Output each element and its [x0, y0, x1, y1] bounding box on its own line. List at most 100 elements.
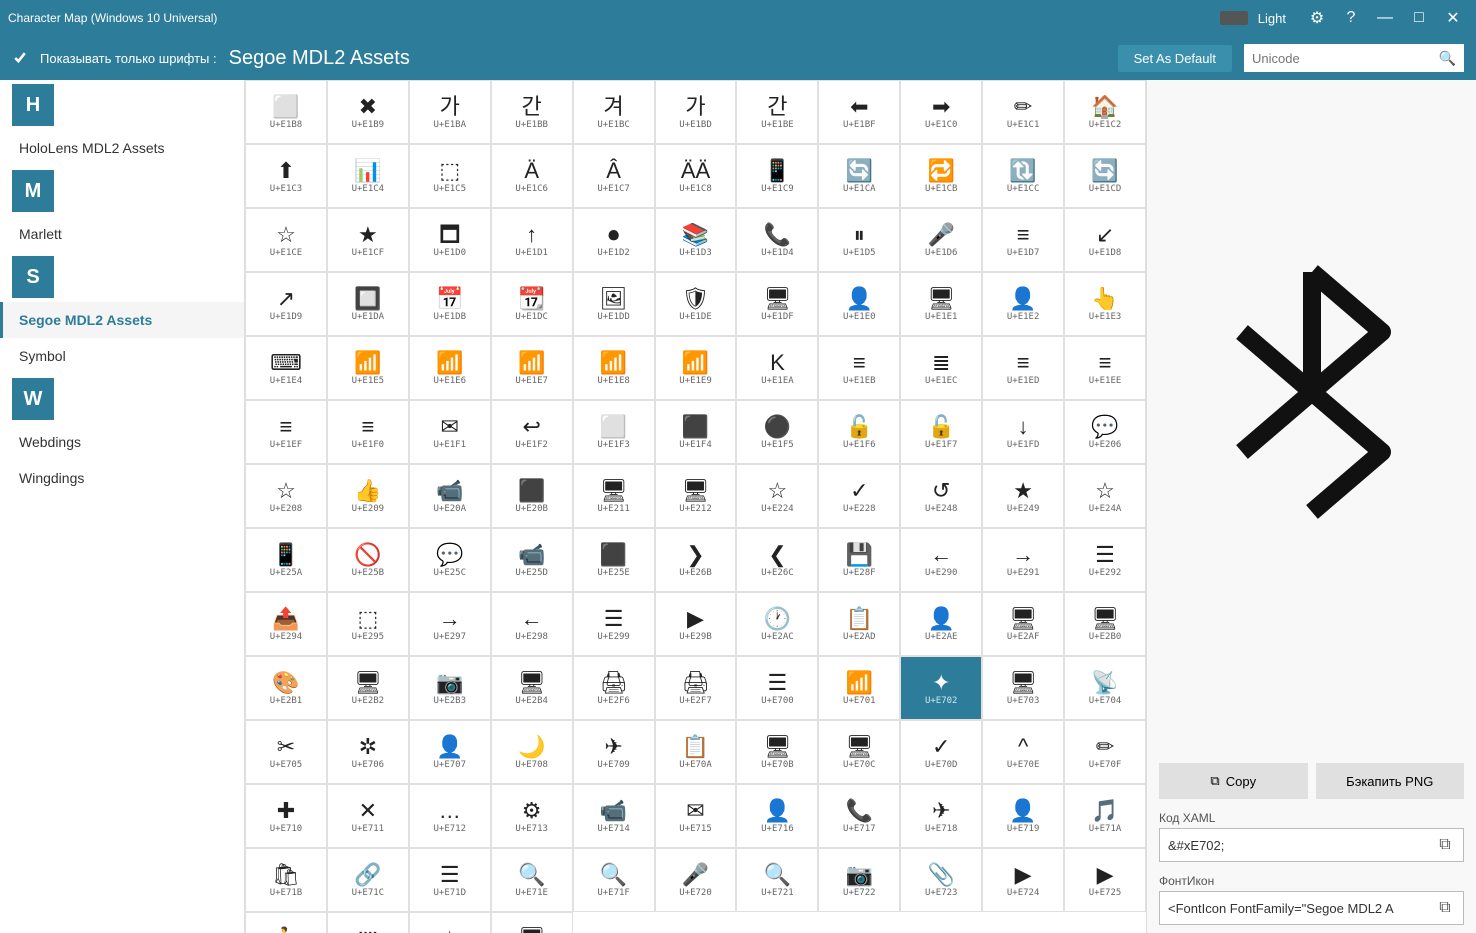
char-cell-U+E224[interactable]: ☆U+E224: [736, 464, 818, 528]
char-cell-U+E1EA[interactable]: KU+E1EA: [736, 336, 818, 400]
char-cell-U+E25D[interactable]: 📹U+E25D: [491, 528, 573, 592]
char-cell-U+E1BA[interactable]: 가U+E1BA: [409, 80, 491, 144]
char-cell-U+E1BF[interactable]: ⬅U+E1BF: [818, 80, 900, 144]
filter-checkbox[interactable]: [12, 50, 28, 66]
char-cell-U+E297[interactable]: →U+E297: [409, 592, 491, 656]
search-input[interactable]: [1252, 51, 1439, 66]
char-cell-U+E290[interactable]: ←U+E290: [900, 528, 982, 592]
char-cell-U+E2AC[interactable]: 🕐U+E2AC: [736, 592, 818, 656]
sidebar-item-webdings[interactable]: Webdings: [0, 424, 244, 460]
char-cell-U+E709[interactable]: ✈U+E709: [573, 720, 655, 784]
sidebar-letter-W[interactable]: W: [0, 374, 244, 424]
char-cell-U+E1BB[interactable]: 간U+E1BB: [491, 80, 573, 144]
char-cell-U+E704[interactable]: 📡U+E704: [1064, 656, 1146, 720]
char-cell-U+E701[interactable]: 📶U+E701: [818, 656, 900, 720]
char-cell-U+E2AF[interactable]: 🖥U+E2AF: [982, 592, 1064, 656]
char-cell-U+E1C9[interactable]: 📱U+E1C9: [736, 144, 818, 208]
char-cell-U+E291[interactable]: →U+E291: [982, 528, 1064, 592]
char-cell-U+E1FD[interactable]: ↓U+E1FD: [982, 400, 1064, 464]
char-cell-U+E208[interactable]: ☆U+E208: [245, 464, 327, 528]
char-cell-U+E713[interactable]: ⚙U+E713: [491, 784, 573, 848]
sidebar-item-marlett[interactable]: Marlett: [0, 216, 244, 252]
maximize-button[interactable]: □: [1404, 3, 1434, 33]
char-cell-U+E295[interactable]: ⬚U+E295: [327, 592, 409, 656]
char-cell-U+E1E3[interactable]: 👆U+E1E3: [1064, 272, 1146, 336]
char-cell-U+E20B[interactable]: ⬛U+E20B: [491, 464, 573, 528]
char-cell-U+E1CE[interactable]: ☆U+E1CE: [245, 208, 327, 272]
char-cell-U+E25E[interactable]: ⬛U+E25E: [573, 528, 655, 592]
char-cell-U+E1E1[interactable]: 🖥U+E1E1: [900, 272, 982, 336]
xaml-input[interactable]: [1160, 833, 1427, 858]
char-cell-U+E1E0[interactable]: 👤U+E1E0: [818, 272, 900, 336]
char-cell-U+E2B0[interactable]: 🖥U+E2B0: [1064, 592, 1146, 656]
char-cell-U+E1F6[interactable]: 🔓U+E1F6: [818, 400, 900, 464]
char-cell-U+E212[interactable]: 🖥U+E212: [655, 464, 737, 528]
char-cell-U+E2B2[interactable]: 🖥U+E2B2: [327, 656, 409, 720]
fonticon-copy-button[interactable]: ⧉: [1427, 892, 1463, 924]
char-cell-U+E1F1[interactable]: ✉U+E1F1: [409, 400, 491, 464]
char-cell-U+E729[interactable]: 🖥U+E729: [491, 912, 573, 933]
char-cell-U+E708[interactable]: 🌙U+E708: [491, 720, 573, 784]
char-cell-U+E25A[interactable]: 📱U+E25A: [245, 528, 327, 592]
char-cell-U+E2B3[interactable]: 📷U+E2B3: [409, 656, 491, 720]
char-cell-U+E211[interactable]: 🖥U+E211: [573, 464, 655, 528]
char-cell-U+E1C6[interactable]: ÄU+E1C6: [491, 144, 573, 208]
sidebar-letter-S[interactable]: S: [0, 252, 244, 302]
char-cell-U+E24A[interactable]: ☆U+E24A: [1064, 464, 1146, 528]
char-cell-U+E1C0[interactable]: ➡U+E1C0: [900, 80, 982, 144]
char-cell-U+E70E[interactable]: ^U+E70E: [982, 720, 1064, 784]
char-cell-U+E1C4[interactable]: 📊U+E1C4: [327, 144, 409, 208]
char-cell-U+E1CB[interactable]: 🔁U+E1CB: [900, 144, 982, 208]
char-cell-U+E1C1[interactable]: ✏U+E1C1: [982, 80, 1064, 144]
char-cell-U+E1D4[interactable]: 📞U+E1D4: [736, 208, 818, 272]
char-cell-U+E29B[interactable]: ▶U+E29B: [655, 592, 737, 656]
char-cell-U+E2F7[interactable]: 🖨U+E2F7: [655, 656, 737, 720]
char-cell-U+E705[interactable]: ✂U+E705: [245, 720, 327, 784]
char-cell-U+E1D6[interactable]: 🎤U+E1D6: [900, 208, 982, 272]
char-cell-U+E1E4[interactable]: ⌨U+E1E4: [245, 336, 327, 400]
sidebar-item-symbol[interactable]: Symbol: [0, 338, 244, 374]
char-cell-U+E728[interactable]: ✦U+E728: [409, 912, 491, 933]
char-cell-U+E710[interactable]: ✚U+E710: [245, 784, 327, 848]
char-cell-U+E1D9[interactable]: ↗U+E1D9: [245, 272, 327, 336]
char-cell-U+E1BE[interactable]: 간U+E1BE: [736, 80, 818, 144]
char-cell-U+E248[interactable]: ↺U+E248: [900, 464, 982, 528]
char-cell-U+E70A[interactable]: 📋U+E70A: [655, 720, 737, 784]
char-cell-U+E71D[interactable]: ☰U+E71D: [409, 848, 491, 912]
char-cell-U+E71A[interactable]: 🎵U+E71A: [1064, 784, 1146, 848]
char-cell-U+E723[interactable]: 📎U+E723: [900, 848, 982, 912]
char-cell-U+E720[interactable]: 🎤U+E720: [655, 848, 737, 912]
fonticon-input[interactable]: [1160, 896, 1427, 921]
char-cell-U+E1ED[interactable]: ≡U+E1ED: [982, 336, 1064, 400]
char-cell-U+E716[interactable]: 👤U+E716: [736, 784, 818, 848]
char-cell-U+E1D8[interactable]: ↙U+E1D8: [1064, 208, 1146, 272]
char-cell-U+E70D[interactable]: ✓U+E70D: [900, 720, 982, 784]
char-cell-U+E1F4[interactable]: ⬛U+E1F4: [655, 400, 737, 464]
xaml-copy-button[interactable]: ⧉: [1427, 829, 1463, 861]
char-cell-U+E228[interactable]: ✓U+E228: [818, 464, 900, 528]
char-cell-U+E1BD[interactable]: 가U+E1BD: [655, 80, 737, 144]
char-cell-U+E28F[interactable]: 💾U+E28F: [818, 528, 900, 592]
char-cell-U+E1F2[interactable]: ↩U+E1F2: [491, 400, 573, 464]
char-cell-U+E2B1[interactable]: 🎨U+E2B1: [245, 656, 327, 720]
char-cell-U+E717[interactable]: 📞U+E717: [818, 784, 900, 848]
char-cell-U+E1C3[interactable]: ⬆U+E1C3: [245, 144, 327, 208]
char-cell-U+E718[interactable]: ✈U+E718: [900, 784, 982, 848]
char-cell-U+E2AD[interactable]: 📋U+E2AD: [818, 592, 900, 656]
char-cell-U+E294[interactable]: 📤U+E294: [245, 592, 327, 656]
settings-button[interactable]: ⚙: [1302, 3, 1332, 33]
char-cell-U+E706[interactable]: ✲U+E706: [327, 720, 409, 784]
char-cell-U+E1F7[interactable]: 🔓U+E1F7: [900, 400, 982, 464]
char-cell-U+E71B[interactable]: 🛍U+E71B: [245, 848, 327, 912]
copy-button[interactable]: ⧉ Copy: [1159, 763, 1308, 799]
char-cell-U+E1DE[interactable]: 🛡U+E1DE: [655, 272, 737, 336]
char-cell-U+E70B[interactable]: 🖥U+E70B: [736, 720, 818, 784]
char-cell-U+E71F[interactable]: 🔍U+E71F: [573, 848, 655, 912]
char-cell-U+E206[interactable]: 💬U+E206: [1064, 400, 1146, 464]
char-cell-U+E1EB[interactable]: ≡U+E1EB: [818, 336, 900, 400]
char-cell-U+E1E9[interactable]: 📶U+E1E9: [655, 336, 737, 400]
char-cell-U+E1CA[interactable]: 🔄U+E1CA: [818, 144, 900, 208]
sidebar-letter-M[interactable]: M: [0, 166, 244, 216]
char-cell-U+E1EC[interactable]: ≣U+E1EC: [900, 336, 982, 400]
char-cell-U+E299[interactable]: ☰U+E299: [573, 592, 655, 656]
